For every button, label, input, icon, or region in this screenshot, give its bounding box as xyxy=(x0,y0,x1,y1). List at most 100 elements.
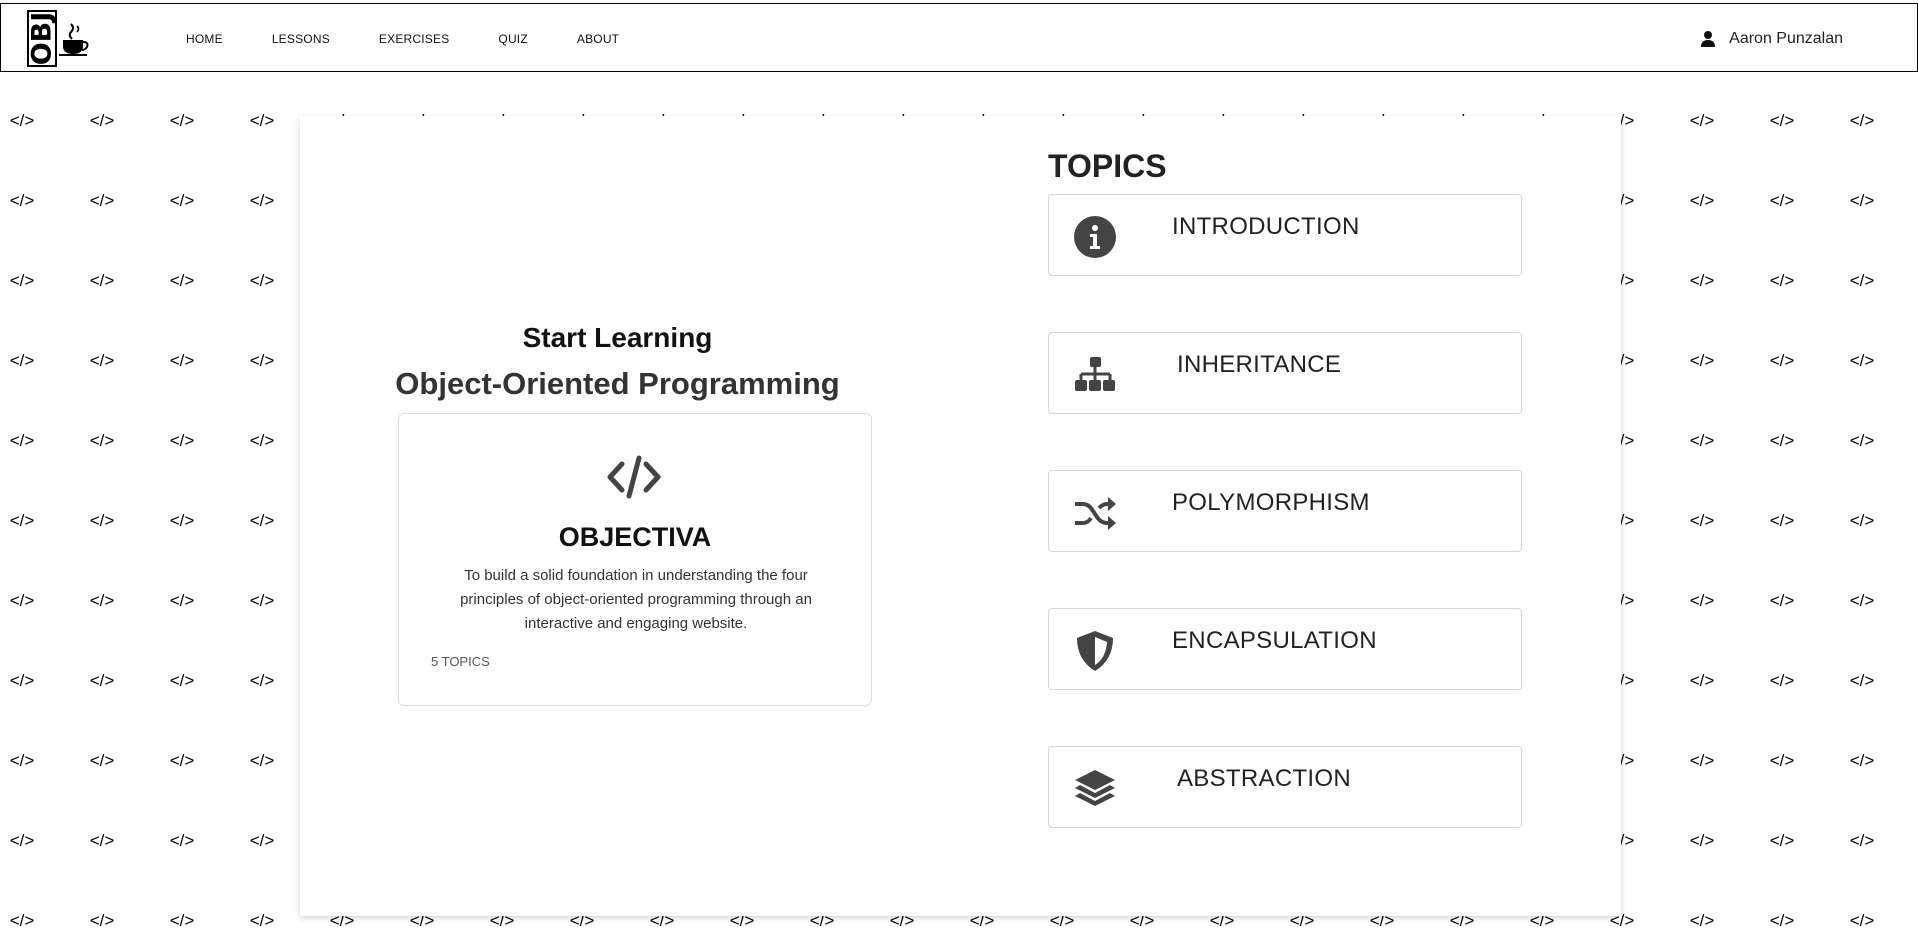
code-glyph: </> xyxy=(1849,191,1875,210)
code-glyph: </> xyxy=(169,511,195,530)
logo-text: OBJ xyxy=(26,11,58,66)
code-glyph: </> xyxy=(1849,351,1875,370)
code-glyph: </> xyxy=(89,111,115,130)
topic-encapsulation[interactable]: ENCAPSULATION xyxy=(1048,608,1522,690)
logo-box: OBJ xyxy=(26,10,58,67)
objectiva-card[interactable]: OBJECTIVA To build a solid foundation in… xyxy=(398,413,872,706)
code-glyph: </> xyxy=(89,511,115,530)
topics-heading: TOPICS xyxy=(1048,148,1167,184)
nav-exercises[interactable]: EXERCISES xyxy=(379,32,450,46)
code-glyph: </> xyxy=(9,431,35,450)
code-glyph: </> xyxy=(249,271,275,290)
layers-icon xyxy=(1075,770,1115,806)
topic-label: INTRODUCTION xyxy=(1172,213,1360,240)
code-glyph: </> xyxy=(1769,591,1795,610)
topic-count: 5 TOPICS xyxy=(431,654,490,669)
code-glyph: </> xyxy=(169,351,195,370)
hierarchy-icon xyxy=(1075,357,1115,391)
user-menu[interactable]: Aaron Punzalan xyxy=(1701,4,1843,73)
code-icon xyxy=(607,455,661,499)
code-glyph: </> xyxy=(249,831,275,850)
code-glyph: </> xyxy=(1849,591,1875,610)
code-glyph: </> xyxy=(89,271,115,290)
nav-about[interactable]: ABOUT xyxy=(577,32,619,46)
code-glyph: </> xyxy=(169,431,195,450)
code-glyph: </> xyxy=(249,591,275,610)
objectiva-description: To build a solid foundation in understan… xyxy=(460,567,812,632)
code-glyph: </> xyxy=(89,671,115,690)
code-glyph: </> xyxy=(9,591,35,610)
code-glyph: </> xyxy=(1769,111,1795,130)
code-glyph: </> xyxy=(1689,671,1715,690)
code-glyph: </> xyxy=(9,271,35,290)
code-glyph: </> xyxy=(1689,111,1715,130)
code-glyph: </> xyxy=(249,751,275,770)
user-name: Aaron Punzalan xyxy=(1729,29,1843,47)
code-glyph: </> xyxy=(89,591,115,610)
logo[interactable]: OBJ xyxy=(27,8,89,68)
code-glyph: </> xyxy=(249,671,275,690)
code-glyph: </> xyxy=(89,831,115,850)
user-icon xyxy=(1701,30,1716,47)
code-glyph: </> xyxy=(169,591,195,610)
code-glyph: </> xyxy=(1849,831,1875,850)
topic-abstraction[interactable]: ABSTRACTION xyxy=(1048,746,1522,828)
topic-label: ABSTRACTION xyxy=(1177,765,1351,792)
code-glyph: </> xyxy=(1689,351,1715,370)
shuffle-icon xyxy=(1075,497,1116,530)
code-glyph: </> xyxy=(1689,831,1715,850)
code-glyph: </> xyxy=(1769,271,1795,290)
code-glyph: </> xyxy=(89,751,115,770)
nav-lessons[interactable]: LESSONS xyxy=(272,32,330,46)
code-glyph: </> xyxy=(1769,831,1795,850)
topic-label: POLYMORPHISM xyxy=(1172,489,1370,516)
code-glyph: </> xyxy=(1689,431,1715,450)
shield-icon xyxy=(1077,631,1113,671)
code-glyph: </> xyxy=(1849,911,1875,930)
code-glyph: </> xyxy=(169,271,195,290)
code-glyph: </> xyxy=(89,911,115,930)
code-glyph: </> xyxy=(9,831,35,850)
info-icon xyxy=(1074,216,1116,258)
code-glyph: </> xyxy=(169,751,195,770)
code-glyph: </> xyxy=(9,911,35,930)
objectiva-title: OBJECTIVA xyxy=(558,522,712,552)
code-glyph: </> xyxy=(1689,511,1715,530)
nav-home[interactable]: HOME xyxy=(186,32,223,46)
code-glyph: </> xyxy=(249,351,275,370)
topic-inheritance[interactable]: INHERITANCE xyxy=(1048,332,1522,414)
code-glyph: </> xyxy=(1769,351,1795,370)
code-glyph: </> xyxy=(169,191,195,210)
topic-label: ENCAPSULATION xyxy=(1172,627,1377,654)
code-glyph: </> xyxy=(169,911,195,930)
code-glyph: </> xyxy=(1769,751,1795,770)
code-glyph: </> xyxy=(249,911,275,930)
nav-links: HOME LESSONS EXERCISES QUIZ ABOUT xyxy=(186,4,668,73)
code-glyph: </> xyxy=(1769,911,1795,930)
code-glyph: </> xyxy=(169,831,195,850)
code-glyph: </> xyxy=(89,351,115,370)
topic-label: INHERITANCE xyxy=(1177,351,1342,378)
topic-polymorphism[interactable]: POLYMORPHISM xyxy=(1048,470,1522,552)
code-glyph: </> xyxy=(1769,511,1795,530)
code-glyph: </> xyxy=(9,751,35,770)
code-glyph: </> xyxy=(89,431,115,450)
code-glyph: </> xyxy=(1689,191,1715,210)
code-glyph: </> xyxy=(1849,431,1875,450)
code-glyph: </> xyxy=(1689,751,1715,770)
nav-quiz[interactable]: QUIZ xyxy=(498,32,527,46)
code-glyph: </> xyxy=(9,671,35,690)
code-glyph: </> xyxy=(249,111,275,130)
code-glyph: </> xyxy=(1849,751,1875,770)
code-glyph: </> xyxy=(1689,591,1715,610)
code-glyph: </> xyxy=(169,111,195,130)
code-glyph: </> xyxy=(1849,511,1875,530)
code-glyph: </> xyxy=(1769,191,1795,210)
code-glyph: </> xyxy=(9,111,35,130)
topic-introduction[interactable]: INTRODUCTION xyxy=(1048,194,1522,276)
code-glyph: </> xyxy=(1769,671,1795,690)
code-glyph: </> xyxy=(249,191,275,210)
code-glyph: </> xyxy=(169,671,195,690)
code-glyph: </> xyxy=(9,351,35,370)
code-glyph: </> xyxy=(89,191,115,210)
